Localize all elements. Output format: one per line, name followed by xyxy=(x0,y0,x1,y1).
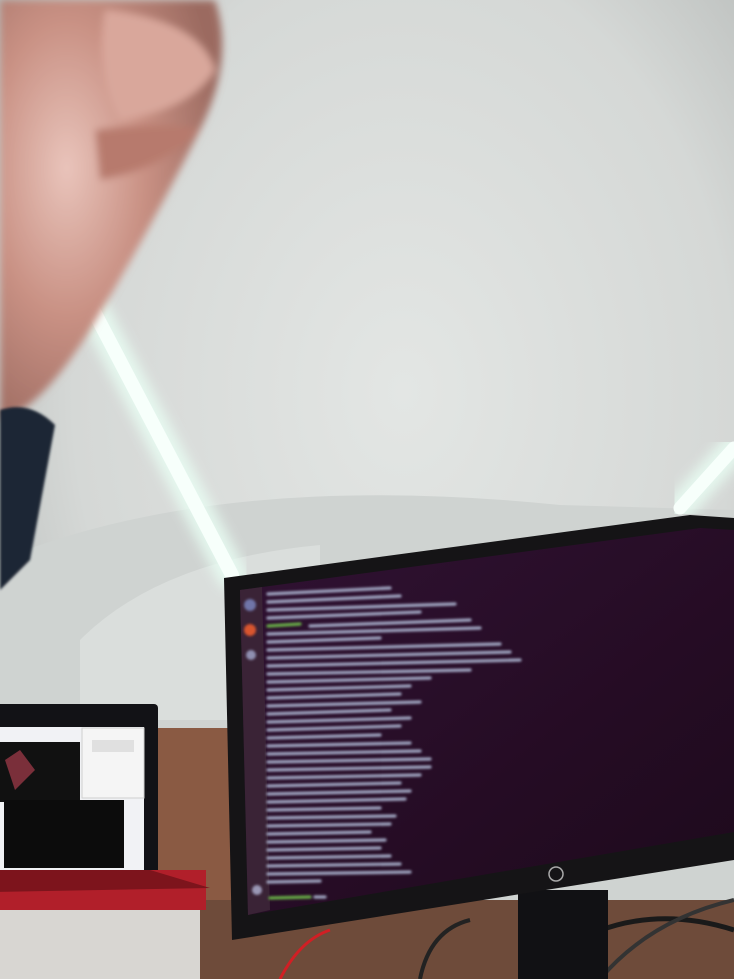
launcher-icon-home xyxy=(244,599,256,611)
launcher-icon-trash xyxy=(252,885,262,895)
laptop-window-light xyxy=(81,727,145,799)
launcher-icon-files xyxy=(246,650,256,660)
launcher-icon-firefox xyxy=(244,624,256,636)
laptop-window-dark-2 xyxy=(4,800,124,868)
laptop-window-panel xyxy=(92,740,134,752)
monitor-stand xyxy=(518,890,608,979)
desk-box xyxy=(0,910,200,979)
photo-scene xyxy=(0,0,734,979)
